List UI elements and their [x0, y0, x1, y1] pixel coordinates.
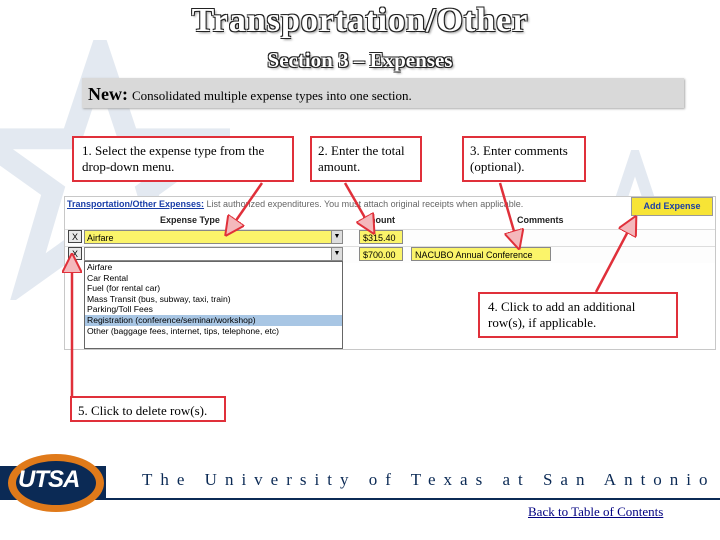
logo-text: UTSA — [18, 466, 80, 493]
back-to-contents-link[interactable]: Back to Table of Contents — [528, 504, 663, 520]
university-name: The University of Texas at San Antonio — [142, 470, 716, 489]
